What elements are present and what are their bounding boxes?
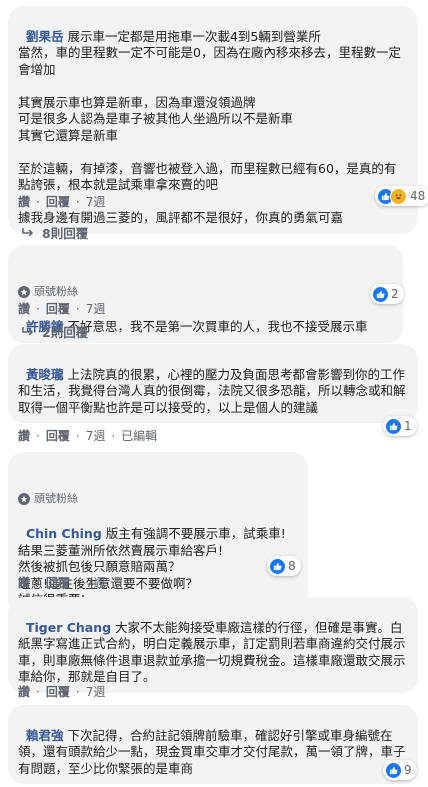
comment-author[interactable]: 賴君強 — [26, 728, 64, 743]
comment-text: 不好意思，我不是第一次買車的人，我也不接受展示車 — [63, 319, 368, 334]
comment-bubble: Tiger Chang 大家不太能夠接受車廠這樣的行徑，但確是事實。白紙黑字寫進… — [8, 597, 418, 693]
reply-button[interactable]: 回覆 — [46, 193, 70, 210]
comment-author[interactable]: 劉果岳 — [26, 29, 64, 44]
separator: · — [75, 684, 80, 699]
separator: · — [36, 684, 40, 699]
reaction-summary[interactable]: 48 — [375, 186, 428, 206]
reaction-summary[interactable]: 2 — [370, 284, 404, 304]
separator: · — [36, 194, 40, 209]
separator: · — [36, 301, 40, 316]
comment-bubble: 黃晙瓏 上法院真的很累，心裡的壓力及負面思考都會影響到你的工作和生活，我覺得台灣… — [8, 344, 418, 423]
top-fan-badge: 頭號粉絲 — [18, 284, 393, 301]
top-fan-label: 頭號粉絲 — [34, 492, 78, 505]
reply-arrow-icon — [22, 326, 34, 336]
haha-reaction-icon — [390, 187, 407, 205]
separator: · — [75, 428, 80, 443]
top-fan-badge: 頭號粉絲 — [18, 491, 298, 508]
view-replies-button[interactable]: 2則回覆 — [22, 322, 88, 341]
separator: · — [75, 194, 80, 209]
like-button[interactable]: 讚 — [18, 300, 30, 317]
comment-author[interactable]: 黃晙瓏 — [26, 367, 64, 382]
like-reaction-icon — [270, 558, 285, 574]
edited-label: 已編輯 — [121, 429, 158, 443]
like-reaction-icon — [373, 286, 388, 302]
comment-actions: 讚 · 回覆 · 7週 — [18, 574, 105, 591]
reply-button[interactable]: 回覆 — [46, 427, 70, 444]
like-button[interactable]: 讚 — [18, 574, 30, 591]
comment-bubble: 賴君強 下次記得，合約註記領牌前驗車，確認好引擎或車身編號在領，還有頭款給少一點… — [8, 705, 418, 784]
comment-author[interactable]: Chin Ching — [26, 526, 102, 541]
comment-time[interactable]: 7週 — [86, 574, 106, 591]
comment-time[interactable]: 7週 — [86, 683, 106, 700]
comment-time[interactable]: 7週 — [86, 300, 106, 317]
like-button[interactable]: 讚 — [18, 193, 30, 210]
top-fan-icon — [18, 286, 30, 299]
reaction-count: 9 — [404, 763, 412, 777]
reaction-count: 2 — [391, 287, 399, 301]
top-fan-label: 頭號粉絲 — [34, 285, 78, 298]
separator: · — [75, 301, 80, 316]
comment-time[interactable]: 7週 — [86, 193, 106, 210]
separator: · — [36, 428, 40, 443]
top-fan-icon — [18, 493, 30, 506]
reply-button[interactable]: 回覆 — [46, 683, 70, 700]
view-replies-label: 8則回覆 — [42, 226, 89, 241]
comment-actions: 讚 · 回覆 · 7週 — [18, 193, 105, 210]
separator: · — [75, 575, 80, 590]
separator: · — [36, 575, 40, 590]
reply-arrow-icon — [22, 227, 34, 237]
reaction-summary[interactable]: 1 — [383, 416, 417, 436]
like-button[interactable]: 讚 — [18, 683, 30, 700]
comment-actions: 讚 · 回覆 · 7週 — [18, 300, 105, 317]
like-reaction-icon — [386, 762, 401, 778]
reply-button[interactable]: 回覆 — [46, 300, 70, 317]
reaction-count: 48 — [410, 189, 426, 203]
comment-time[interactable]: 7週 — [86, 427, 106, 444]
like-button[interactable]: 讚 — [18, 427, 30, 444]
comment-actions: 讚 · 回覆 · 7週 · 已編輯 — [18, 427, 157, 444]
view-replies-button[interactable]: 8則回覆 — [22, 223, 88, 242]
reaction-summary[interactable]: 9 — [383, 760, 417, 780]
comment-text: 下次記得，合約註記領牌前驗車，確認好引擎或車身編號在領，還有頭款給少一點，現金買… — [18, 727, 406, 776]
reaction-count: 8 — [288, 559, 296, 573]
like-reaction-icon — [386, 418, 401, 434]
reaction-summary[interactable]: 8 — [267, 556, 301, 576]
comment-author[interactable]: Tiger Chang — [26, 620, 111, 635]
separator: · — [111, 428, 116, 443]
comment-text: 上法院真的很累，心裡的壓力及負面思考都會影響到你的工作和生活，我覺得台灣人真的很… — [18, 366, 406, 415]
reaction-count: 1 — [404, 419, 412, 433]
view-replies-label: 2則回覆 — [42, 325, 89, 340]
comment-actions: 讚 · 回覆 · 7週 — [18, 683, 105, 700]
reply-button[interactable]: 回覆 — [46, 574, 70, 591]
